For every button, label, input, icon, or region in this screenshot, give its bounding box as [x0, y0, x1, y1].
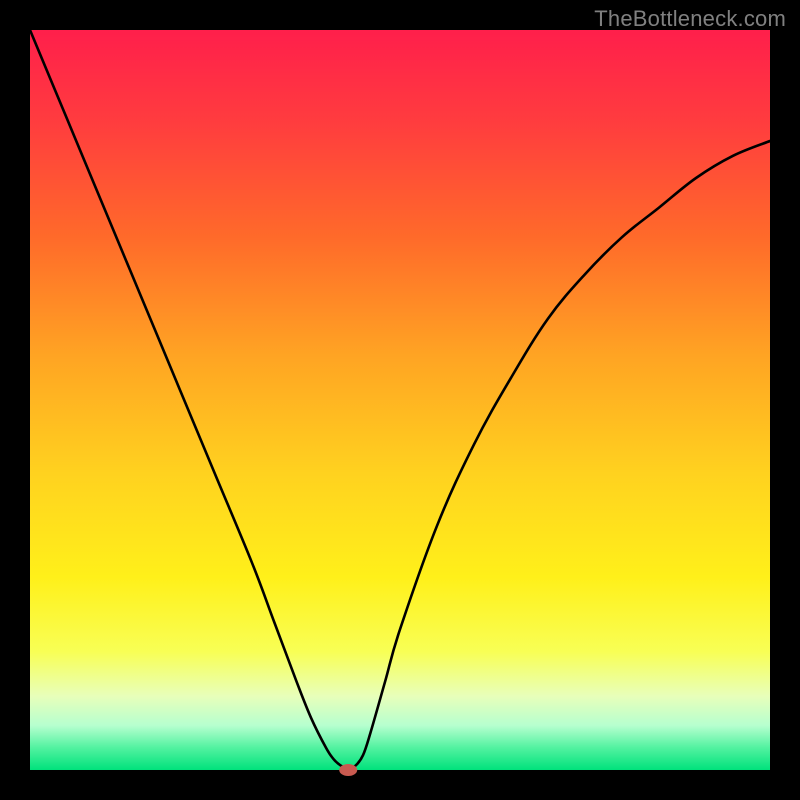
bottleneck-plot [0, 0, 800, 800]
chart-frame: TheBottleneck.com [0, 0, 800, 800]
optimum-marker [339, 764, 357, 776]
watermark-text: TheBottleneck.com [594, 6, 786, 32]
gradient-background [30, 30, 770, 770]
